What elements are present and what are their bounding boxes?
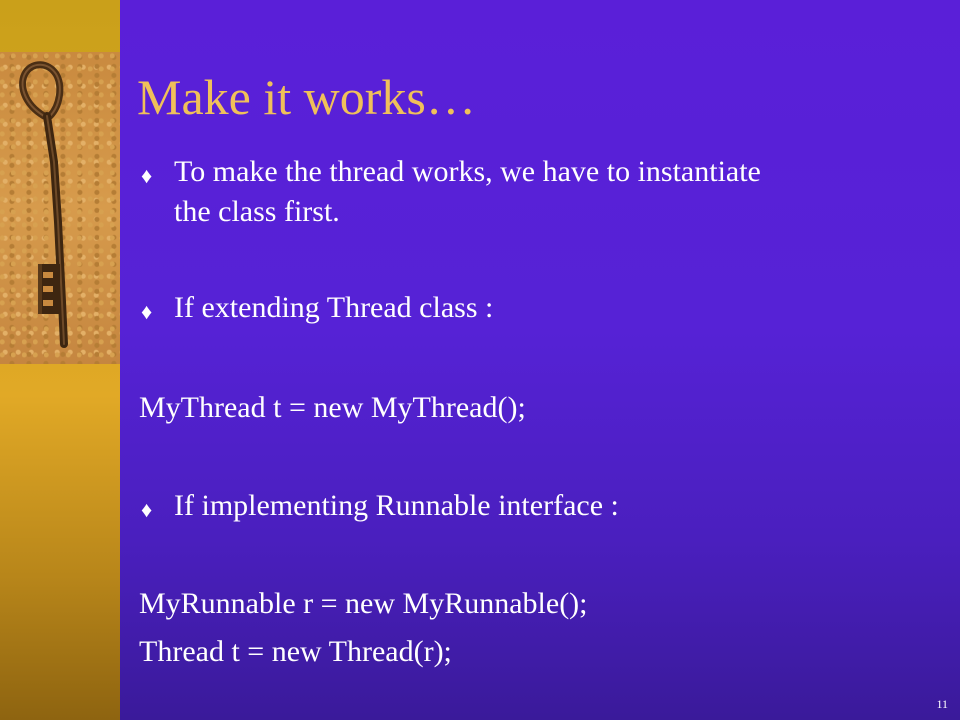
- page-number: 11: [936, 697, 948, 711]
- bullet-text-line2: the class first.: [174, 195, 340, 228]
- key-image: [0, 52, 120, 364]
- diamond-bullet-icon: ♦: [141, 497, 153, 522]
- slide-title: Make it works…: [137, 69, 476, 125]
- key-icon: [19, 61, 68, 348]
- slide: Make it works… ♦ To make the thread work…: [0, 0, 960, 720]
- code-myrunnable: MyRunnable r = new MyRunnable();: [139, 587, 588, 620]
- bullet-text-line1: To make the thread works, we have to ins…: [174, 155, 761, 188]
- code-thread-runnable: Thread t = new Thread(r);: [139, 635, 452, 668]
- bullet-text: If implementing Runnable interface :: [174, 489, 619, 522]
- diamond-bullet-icon: ♦: [141, 163, 153, 188]
- code-mythread: MyThread t = new MyThread();: [139, 391, 526, 424]
- bullet-text: If extending Thread class :: [174, 291, 494, 324]
- diamond-bullet-icon: ♦: [141, 299, 153, 324]
